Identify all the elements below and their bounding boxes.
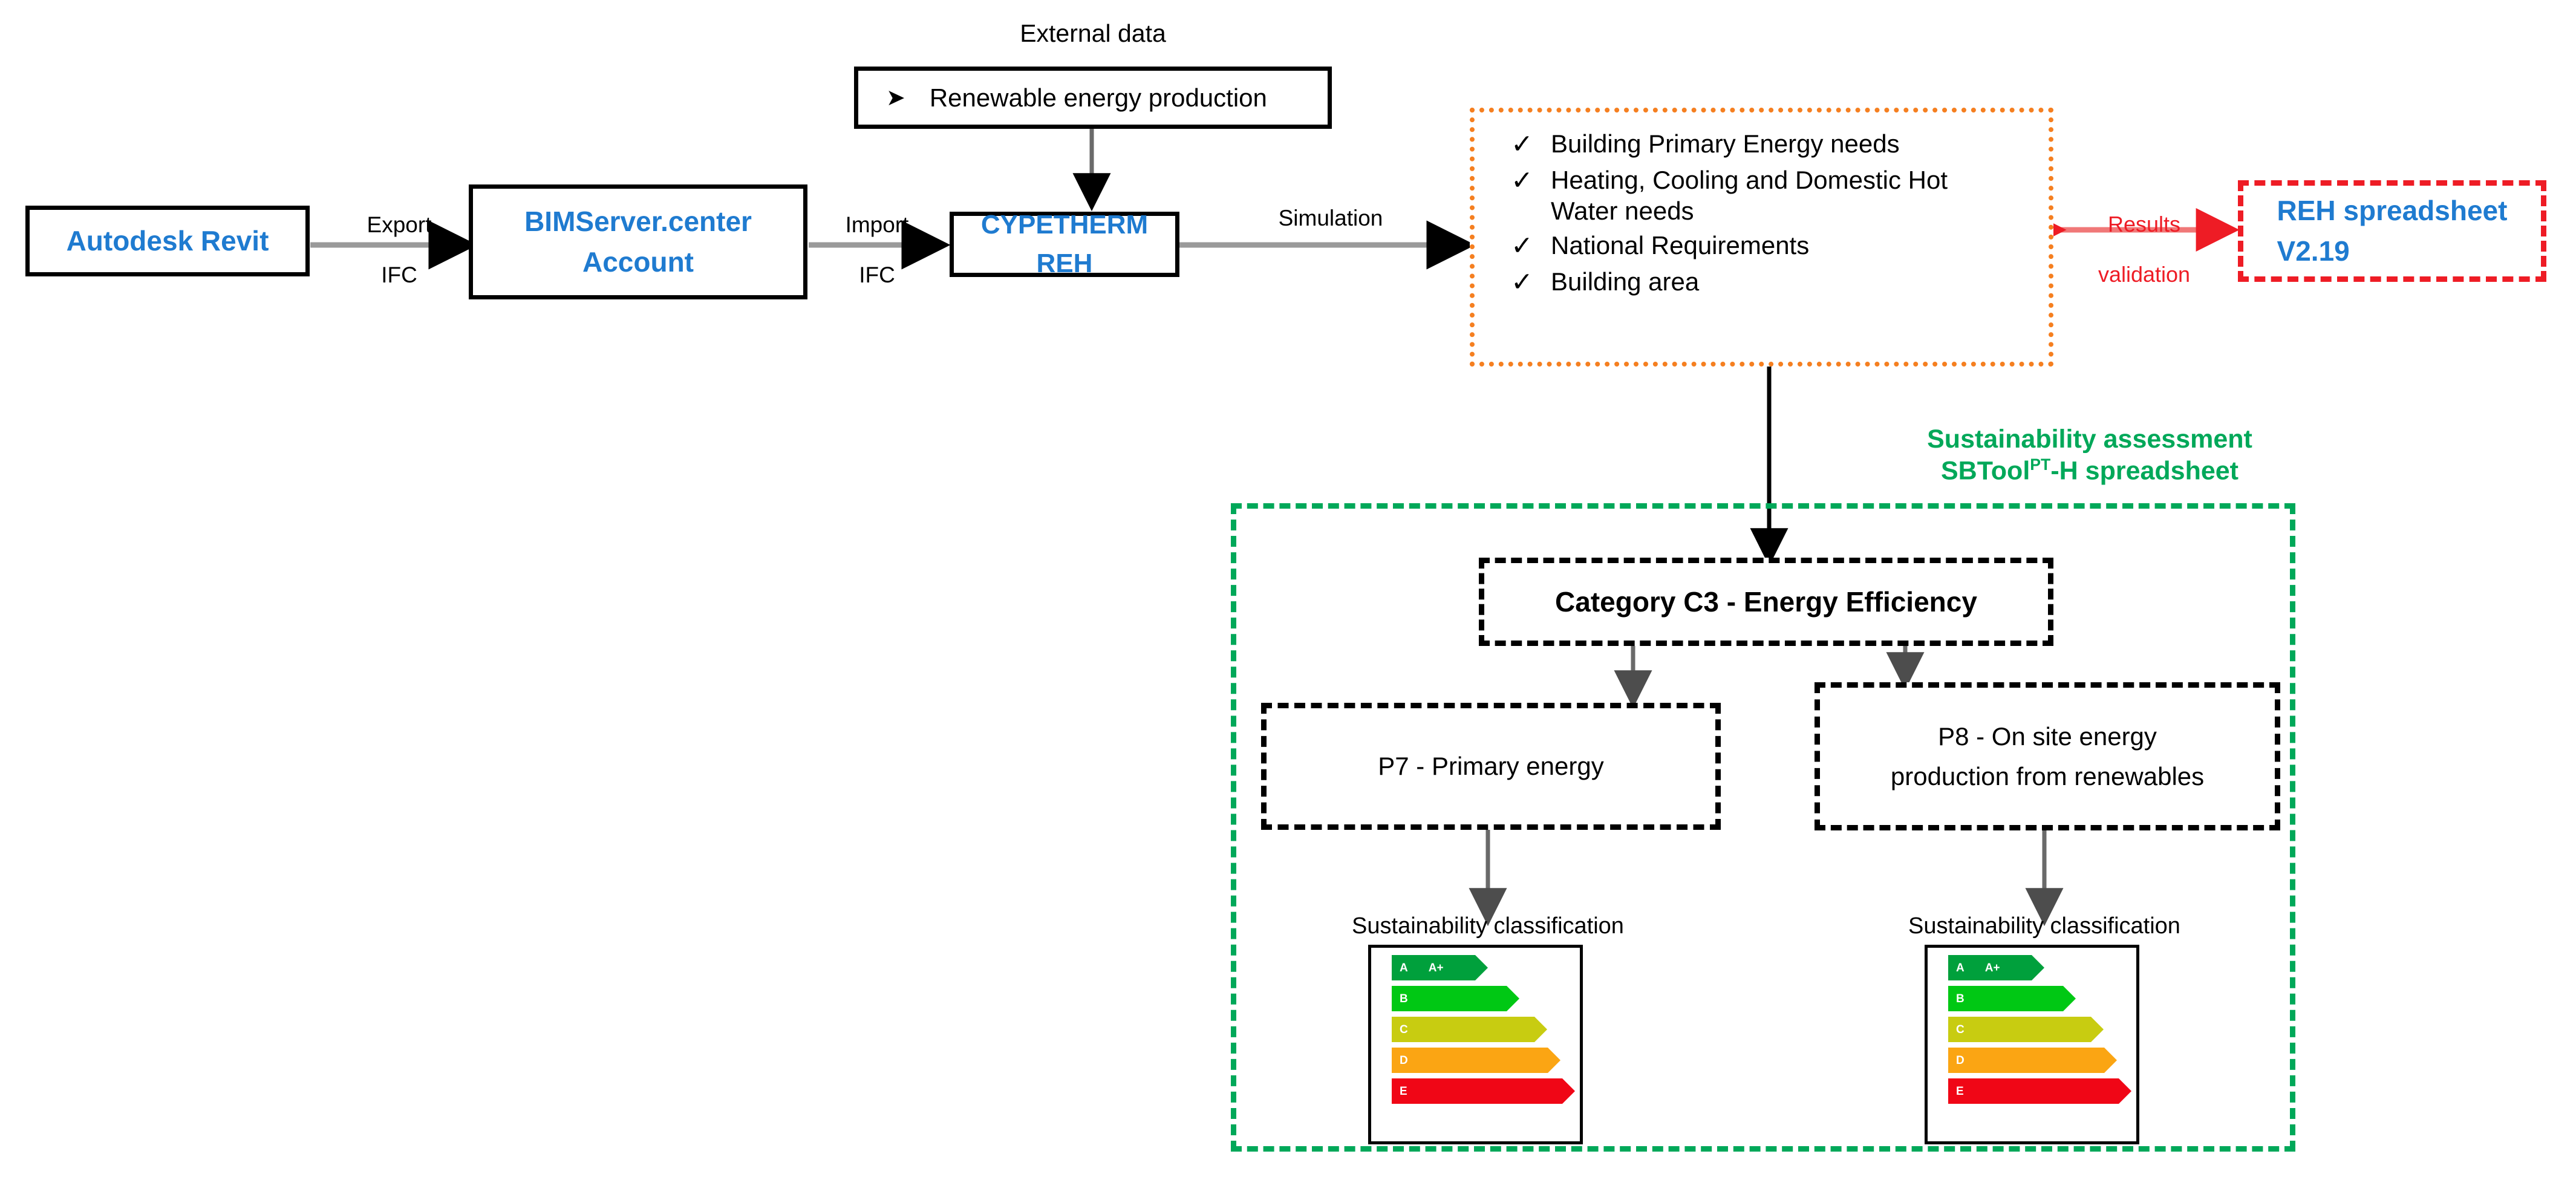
check-mark-icon: ✓ bbox=[1511, 165, 1533, 195]
node-p8-onsite-energy[interactable]: P8 - On site energy production from rene… bbox=[1815, 682, 2280, 830]
edge-label-export-ifc-text: Export IFC bbox=[367, 212, 432, 288]
rating-band-b: B bbox=[1392, 986, 1580, 1011]
node-autodesk-revit[interactable]: Autodesk Revit bbox=[25, 206, 310, 276]
node-category-c3[interactable]: Category C3 - Energy Efficiency bbox=[1479, 558, 2053, 646]
sbtool-container-title: Sustainability assessment SBToolPT-H spr… bbox=[1860, 423, 2320, 487]
rating-band-a: A A+ bbox=[1948, 955, 2136, 980]
checklist-item-label: Heating, Cooling and Domestic Hot Water … bbox=[1551, 165, 1948, 225]
rating-band-b-letter: B bbox=[1400, 992, 1408, 1005]
node-category-c3-label: Category C3 - Energy Efficiency bbox=[1555, 586, 1977, 618]
rating-band-d-letter: D bbox=[1400, 1054, 1408, 1067]
node-cypetherm-reh[interactable]: CYPETHERM REH bbox=[950, 210, 1179, 278]
rating-band-c: C bbox=[1948, 1017, 2136, 1042]
node-bimserver-center-account-label: BIMServer.center Account bbox=[524, 206, 752, 278]
rating-band-a-letter-1: A bbox=[1400, 961, 1408, 974]
checklist-item: ✓ Heating, Cooling and Domestic Hot Wate… bbox=[1511, 165, 2036, 226]
edge-label-simulation-text: Simulation bbox=[1278, 206, 1383, 230]
sbtool-title-post: -H spreadsheet bbox=[2050, 456, 2239, 486]
rating-band-e: E bbox=[1392, 1078, 1580, 1104]
edge-label-export-ifc: Export IFC bbox=[339, 200, 460, 301]
external-data-bullet-row: ➤ Renewable energy production bbox=[886, 85, 1267, 111]
node-reh-spreadsheet-label: REH spreadsheet V2.19 bbox=[2277, 195, 2508, 267]
checklist-item-label: National Requirements bbox=[1551, 231, 1810, 260]
energy-rating-chart-right: A A+ B C D E bbox=[1925, 945, 2139, 1144]
node-p8-onsite-energy-label: P8 - On site energy production from rene… bbox=[1890, 722, 2205, 791]
energy-rating-chart-left: A A+ B C D E bbox=[1368, 945, 1583, 1144]
node-reh-spreadsheet[interactable]: REH spreadsheet V2.19 bbox=[2238, 180, 2546, 282]
external-data-bullet-text: Renewable energy production bbox=[929, 83, 1267, 112]
arrow-bullet-icon: ➤ bbox=[886, 85, 905, 111]
rating-band-d: D bbox=[1948, 1048, 2136, 1073]
results-checklist: ✓ Building Primary Energy needs ✓ Heatin… bbox=[1511, 128, 2036, 302]
check-mark-icon: ✓ bbox=[1511, 267, 1533, 297]
checklist-item: ✓ Building area bbox=[1511, 266, 2036, 299]
rating-band-c-letter: C bbox=[1400, 1023, 1408, 1036]
checklist-item-label: Building Primary Energy needs bbox=[1551, 129, 1900, 158]
checklist-item-label: Building area bbox=[1551, 267, 1700, 296]
results-checklist-panel: ✓ Building Primary Energy needs ✓ Heatin… bbox=[1470, 108, 2053, 367]
rating-band-c-letter: C bbox=[1956, 1023, 1965, 1036]
sbtool-container-title-line1: Sustainability assessment bbox=[1927, 425, 2252, 454]
rating-band-e-letter: E bbox=[1956, 1084, 1964, 1098]
rating-band-a-letter-1: A bbox=[1956, 961, 1965, 974]
rating-band-a-letter-2: A+ bbox=[1984, 961, 2000, 974]
rating-band-a-letter-2: A+ bbox=[1428, 961, 1444, 974]
node-p7-primary-energy-label: P7 - Primary energy bbox=[1378, 752, 1604, 781]
sbtool-container-title-line2: SBToolPT-H spreadsheet bbox=[1860, 455, 2320, 487]
rating-band-b: B bbox=[1948, 986, 2136, 1011]
node-autodesk-revit-label: Autodesk Revit bbox=[66, 225, 269, 257]
check-mark-icon: ✓ bbox=[1511, 231, 1533, 261]
rating-band-e: E bbox=[1948, 1078, 2136, 1104]
edge-label-results-validation: Results validation bbox=[2069, 200, 2220, 300]
classification-right-caption: Sustainability classification bbox=[1908, 913, 2180, 939]
sbtool-title-sup: PT bbox=[2030, 455, 2051, 474]
classification-left-caption: Sustainability classification bbox=[1352, 913, 1624, 939]
rating-band-b-letter: B bbox=[1956, 992, 1965, 1005]
diagram-canvas: Autodesk Revit Export IFC BIMServer.cent… bbox=[0, 0, 2576, 1177]
rating-band-d-letter: D bbox=[1956, 1054, 1965, 1067]
edge-label-simulation: Simulation bbox=[1240, 206, 1421, 232]
sbtool-title-pre: SBTool bbox=[1940, 456, 2030, 486]
edge-label-results-validation-text: Results validation bbox=[2098, 212, 2191, 287]
edge-label-import-ifc-text: Import IFC bbox=[845, 212, 909, 288]
node-external-data[interactable]: ➤ Renewable energy production bbox=[854, 67, 1332, 129]
checklist-item: ✓ Building Primary Energy needs bbox=[1511, 128, 2036, 161]
rating-band-d: D bbox=[1392, 1048, 1580, 1073]
node-cypetherm-reh-label: CYPETHERM REH bbox=[980, 210, 1149, 278]
node-bimserver-center-account[interactable]: BIMServer.center Account bbox=[469, 184, 807, 299]
rating-band-e-letter: E bbox=[1400, 1084, 1407, 1098]
checklist-item: ✓ National Requirements bbox=[1511, 230, 2036, 262]
rating-band-a: A A+ bbox=[1392, 955, 1580, 980]
node-p7-primary-energy[interactable]: P7 - Primary energy bbox=[1261, 703, 1721, 830]
check-mark-icon: ✓ bbox=[1511, 129, 1533, 159]
edge-label-import-ifc: Import IFC bbox=[820, 200, 934, 301]
rating-band-c: C bbox=[1392, 1017, 1580, 1042]
external-data-caption: External data bbox=[1020, 19, 1166, 47]
